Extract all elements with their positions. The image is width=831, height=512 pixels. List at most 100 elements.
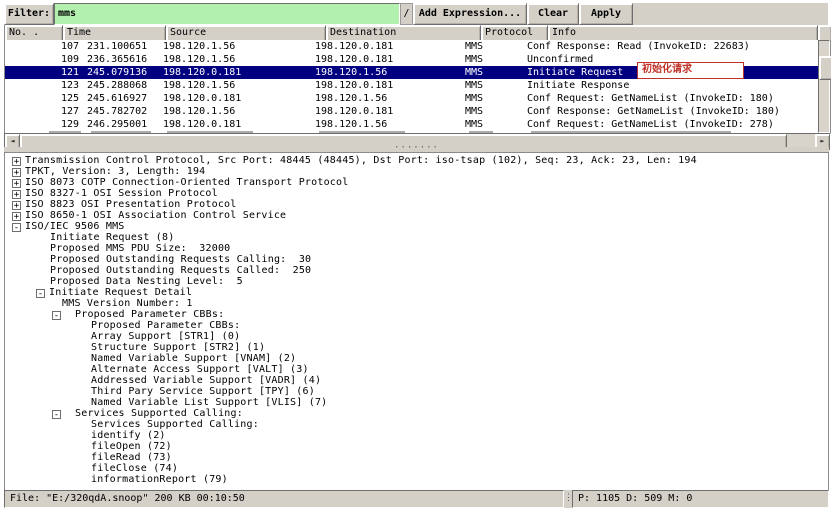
detail-tree-line[interactable]: +ISO 8327-1 OSI Session Protocol xyxy=(5,188,828,199)
cell-time: 245.616927 xyxy=(79,92,163,105)
detail-tree-line[interactable]: - Services Supported Calling: xyxy=(5,408,828,419)
detail-line-text: ISO/IEC 9506 MMS xyxy=(25,221,125,232)
collapse-icon[interactable]: - xyxy=(36,289,45,298)
apply-button[interactable]: Apply xyxy=(579,3,633,25)
detail-tree-line[interactable]: Proposed Outstanding Requests Calling: 3… xyxy=(5,254,828,265)
cell-src: 198.120.1.56 xyxy=(163,53,315,66)
detail-tree-line[interactable]: Initiate Request (8) xyxy=(5,232,828,243)
cell-dst: 198.120.0.181 xyxy=(315,40,465,53)
detail-tree-line[interactable]: +Transmission Control Protocol, Src Port… xyxy=(5,155,828,166)
detail-line-text: Addressed Variable Support [VADR] (4) xyxy=(91,375,321,386)
detail-line-text: fileClose (74) xyxy=(91,463,178,474)
detail-tree-line[interactable]: + ISO 8073 COTP Connection-Oriented Trans… xyxy=(5,177,828,188)
collapse-icon[interactable]: - xyxy=(52,410,61,419)
cell-info: Initiate Response xyxy=(527,79,818,92)
detail-tree-line[interactable]: - Proposed Parameter CBBs: xyxy=(5,309,828,320)
cell-no: 125 xyxy=(5,92,79,105)
filter-input[interactable]: mms xyxy=(54,3,400,25)
expand-icon[interactable]: + xyxy=(12,190,21,199)
detail-tree-line[interactable]: Services Supported Calling: xyxy=(5,419,828,430)
detail-line-text: Proposed Data Nesting Level: 5 xyxy=(50,276,243,287)
statusbar-resize-grip[interactable]: ⋮ xyxy=(564,490,572,508)
detail-tree-line[interactable]: fileClose (74) xyxy=(5,463,828,474)
add-expression-button[interactable]: Add Expression... xyxy=(413,3,527,25)
cell-info: Conf Response: Read (InvokeID: 22683) xyxy=(527,40,818,53)
packet-row[interactable]: 127245.782702198.120.1.56198.120.0.181MM… xyxy=(5,105,818,118)
detail-tree-line[interactable]: +TPKT, Version: 3, Length: 194 xyxy=(5,166,828,177)
vertical-scrollbar-thumb[interactable] xyxy=(819,56,831,80)
detail-line-text: Services Supported Calling: xyxy=(75,408,243,419)
collapse-icon[interactable]: - xyxy=(12,223,21,232)
detail-line-text: informationReport (79) xyxy=(91,474,228,485)
detail-tree-line[interactable]: Proposed Parameter CBBs: xyxy=(5,320,828,331)
detail-line-text: Named Variable Support [VNAM] (2) xyxy=(91,353,296,364)
packet-list-vertical-scrollbar[interactable] xyxy=(818,40,830,133)
detail-tree-line[interactable]: Array Support [STR1] (0) xyxy=(5,331,828,342)
cell-no: 129 xyxy=(5,118,79,131)
cell-time: 246.295001 xyxy=(79,118,163,131)
detail-tree-line[interactable]: Proposed Data Nesting Level: 5 xyxy=(5,276,828,287)
packet-row[interactable]: 107231.100651198.120.1.56198.120.0.181MM… xyxy=(5,40,818,53)
packet-rows: 107231.100651198.120.1.56198.120.0.181MM… xyxy=(5,40,818,133)
cell-dst: 198.120.0.181 xyxy=(315,105,465,118)
cell-proto: MMS xyxy=(465,66,527,79)
cell-proto: MMS xyxy=(465,92,527,105)
detail-tree-line[interactable]: + ISO 8823 OSI Presentation Protocol xyxy=(5,199,828,210)
toolbar-filler xyxy=(633,3,828,25)
detail-tree-line[interactable]: Named Variable List Support [VLIS] (7) xyxy=(5,397,828,408)
detail-line-text: ISO 8073 COTP Connection-Oriented Transp… xyxy=(25,177,348,188)
filter-toolbar: Filter: mms / Add Expression... Clear Ap… xyxy=(4,3,828,25)
detail-tree-line[interactable]: Proposed Outstanding Requests Called: 25… xyxy=(5,265,828,276)
cell-info: Conf Request: GetNameList (InvokeID: 278… xyxy=(527,118,818,131)
horizontal-scrollbar-track[interactable] xyxy=(787,134,815,148)
cell-no: 109 xyxy=(5,53,79,66)
detail-line-text: Named Variable List Support [VLIS] (7) xyxy=(91,397,327,408)
cell-time: 245.288068 xyxy=(79,79,163,92)
clear-button[interactable]: Clear xyxy=(527,3,579,25)
detail-line-text: Array Support [STR1] (0) xyxy=(91,331,240,342)
detail-tree-line[interactable]: MMS Version Number: 1 xyxy=(5,298,828,309)
cell-no: 121 xyxy=(5,66,79,79)
cell-time: 231.100651 xyxy=(79,40,163,53)
expand-icon[interactable]: + xyxy=(12,168,21,177)
cell-info: Conf Response: GetNameList (InvokeID: 18… xyxy=(527,105,818,118)
detail-line-text: fileRead (73) xyxy=(91,452,172,463)
detail-tree-line[interactable]: identify (2) xyxy=(5,430,828,441)
detail-tree-line[interactable]: Named Variable Support [VNAM] (2) xyxy=(5,353,828,364)
expand-icon[interactable]: + xyxy=(12,179,21,188)
detail-tree-line[interactable]: fileOpen (72) xyxy=(5,441,828,452)
detail-tree-line[interactable]: informationReport (79) xyxy=(5,474,828,485)
detail-tree-line[interactable]: fileRead (73) xyxy=(5,452,828,463)
detail-tree-line[interactable]: Third Pary Service Support [TPY] (6) xyxy=(5,386,828,397)
collapse-icon[interactable]: - xyxy=(52,311,61,320)
packet-detail-pane: +Transmission Control Protocol, Src Port… xyxy=(4,152,829,491)
cell-proto: MMS xyxy=(465,105,527,118)
expand-icon[interactable]: + xyxy=(12,157,21,166)
detail-line-text: Proposed MMS PDU Size: 32000 xyxy=(50,243,230,254)
filter-combo-dropdown-icon[interactable]: / xyxy=(400,3,413,25)
detail-line-text: Proposed Parameter CBBs: xyxy=(75,309,224,320)
detail-tree-line[interactable]: +ISO 8650-1 OSI Association Control Serv… xyxy=(5,210,828,221)
cell-dst: 198.120.1.56 xyxy=(315,66,465,79)
packet-row[interactable]: 129246.295001198.120.0.181198.120.1.56MM… xyxy=(5,118,818,131)
detail-tree-line[interactable]: Proposed MMS PDU Size: 32000 xyxy=(5,243,828,254)
detail-line-text: ISO 8823 OSI Presentation Protocol xyxy=(25,199,237,210)
detail-tree-line[interactable]: -Initiate Request Detail xyxy=(5,287,828,298)
detail-tree-line[interactable]: Addressed Variable Support [VADR] (4) xyxy=(5,375,828,386)
cell-dst: 198.120.0.181 xyxy=(315,53,465,66)
expand-icon[interactable]: + xyxy=(12,212,21,221)
detail-line-text: identify (2) xyxy=(91,430,166,441)
detail-tree-line[interactable]: -ISO/IEC 9506 MMS xyxy=(5,221,828,232)
detail-tree-line[interactable]: Alternate Access Support [VALT] (3) xyxy=(5,364,828,375)
detail-line-text: fileOpen (72) xyxy=(91,441,172,452)
detail-line-text: Initiate Request Detail xyxy=(49,287,192,298)
detail-tree-line[interactable]: Structure Support [STR2] (1) xyxy=(5,342,828,353)
packet-row[interactable]: 125245.616927198.120.0.181198.120.1.56MM… xyxy=(5,92,818,105)
expand-icon[interactable]: + xyxy=(12,201,21,210)
cell-proto: MMS xyxy=(465,79,527,92)
cell-time: 245.782702 xyxy=(79,105,163,118)
filter-button[interactable]: Filter: xyxy=(4,3,54,25)
cell-src: 198.120.0.181 xyxy=(163,118,315,131)
cell-src: 198.120.0.181 xyxy=(163,66,315,79)
packet-row[interactable]: 123245.288068198.120.1.56198.120.0.181MM… xyxy=(5,79,818,92)
